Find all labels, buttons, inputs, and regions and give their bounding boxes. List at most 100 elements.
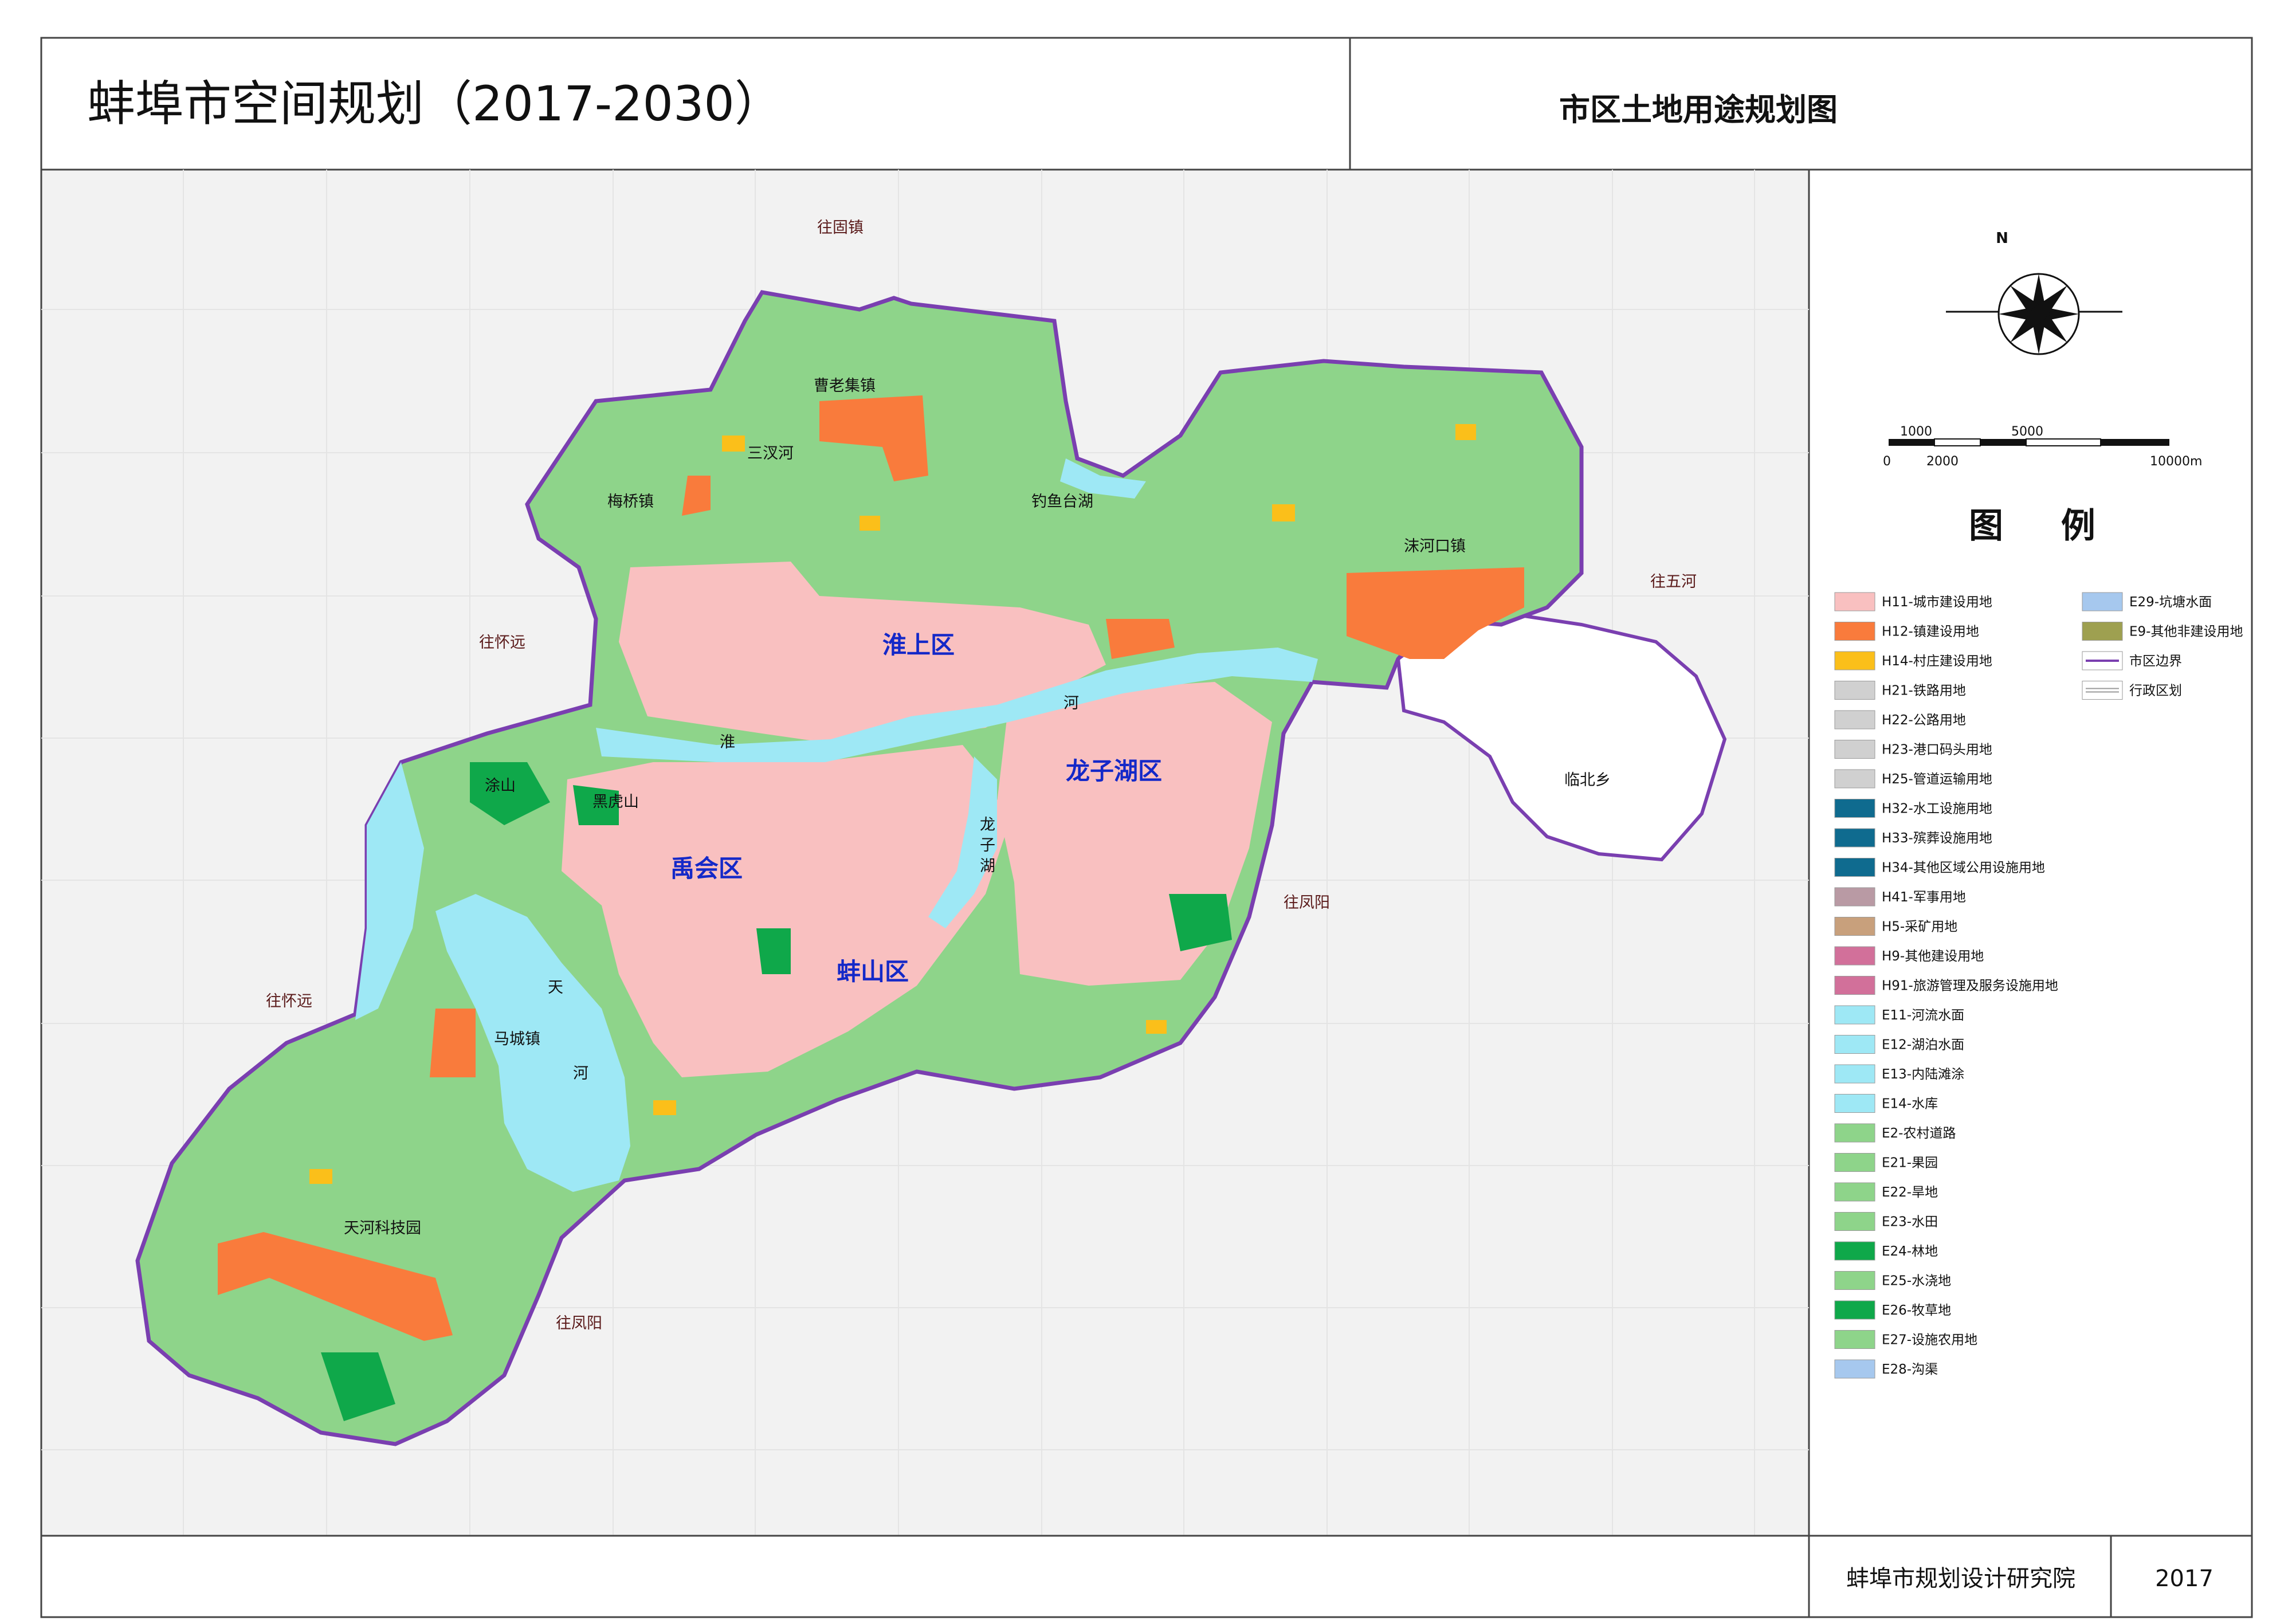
scale-bar-segment	[1889, 439, 1934, 446]
legend-item: E24-林地	[1834, 1241, 1938, 1261]
legend-item: E21-果园	[1834, 1153, 1938, 1172]
scale-bar: 1000 5000 0 2000 10000m	[1883, 425, 2202, 469]
legend-label: E29-坑塘水面	[2129, 595, 2212, 610]
legend-label: H21-铁路用地	[1882, 684, 1966, 699]
water-label: 淮	[720, 733, 735, 751]
legend-label: E27-设施农用地	[1882, 1333, 1977, 1348]
village-patch	[722, 436, 745, 452]
water-label: 天	[548, 979, 563, 997]
legend-label: E13-内陆滩涂	[1882, 1067, 1964, 1082]
water-label: 子	[980, 837, 995, 854]
scale-label: 10000m	[2150, 454, 2202, 469]
direction-label: 往怀远	[479, 634, 525, 652]
district-label-longzihu: 龙子湖区	[1066, 757, 1162, 785]
legend-label: H33-殡葬设施用地	[1882, 831, 1992, 846]
legend-label: 市区边界	[2129, 654, 2182, 669]
legend-item: E26-牧草地	[1834, 1300, 1951, 1320]
legend-item: E27-设施农用地	[1834, 1330, 1977, 1349]
legend-swatch	[1834, 1300, 1875, 1320]
water-label: 河	[1063, 695, 1079, 712]
legend-label: H14-村庄建设用地	[1882, 654, 1992, 669]
legend-item: H32-水工设施用地	[1834, 799, 1992, 818]
legend-swatch	[2082, 592, 2123, 611]
legend-swatch	[1834, 1064, 1875, 1084]
village-patch	[859, 516, 880, 531]
legend-label: E9-其他非建设用地	[2129, 625, 2243, 640]
legend-label: E28-沟渠	[1882, 1362, 1938, 1377]
legend-swatch	[1834, 740, 1875, 759]
legend-item: E23-水田	[1834, 1212, 1938, 1231]
village-patch	[1455, 424, 1476, 440]
scale-label: 0	[1883, 454, 1891, 469]
legend-swatch	[1834, 1241, 1875, 1261]
town-label-tushan: 涂山	[485, 777, 516, 795]
plan-title: 蚌埠市空间规划（2017-2030）	[87, 76, 783, 132]
town-label-mohekou: 沫河口镇	[1404, 538, 1466, 555]
legend-item: E29-坑塘水面	[2082, 592, 2212, 611]
village-patch	[653, 1100, 676, 1115]
direction-label: 往凤阳	[1284, 894, 1330, 912]
legend-label: H23-港口码头用地	[1882, 743, 1992, 758]
legend-panel: N 1000 5000 0 2000 10000m 图 例 H11-城市建设用地…	[1834, 230, 2243, 1379]
legend-label: E21-果园	[1882, 1156, 1938, 1171]
legend-item: E11-河流水面	[1834, 1005, 1964, 1025]
map-sheet: 蚌埠市空间规划（2017-2030） 市区土地用途规划图 淮上区 龙子湖区 禹会…	[40, 37, 2253, 1618]
legend-item: E2-农村道路	[1834, 1123, 1956, 1143]
legend-title: 图 例	[1969, 506, 2118, 546]
north-label: N	[1996, 230, 2008, 247]
water-label: 河	[573, 1065, 588, 1082]
legend-item: H41-军事用地	[1834, 887, 1966, 907]
legend-label: E2-农村道路	[1882, 1126, 1956, 1141]
legend-label: E22-旱地	[1882, 1185, 1938, 1200]
scale-label: 5000	[2011, 425, 2043, 439]
legend-swatch	[1834, 1123, 1875, 1143]
town-label-linbei: 临北乡	[1564, 771, 1611, 789]
legend-swatch	[1834, 1182, 1875, 1202]
legend-left-column: H11-城市建设用地 H12-镇建设用地 H14-村庄建设用地 H21-铁路用地 H22…	[1834, 592, 2058, 1379]
map-title: 市区土地用途规划图	[1559, 92, 1838, 128]
village-patch	[1272, 504, 1295, 521]
legend-swatch	[2082, 681, 2123, 700]
legend-label: H41-军事用地	[1882, 890, 1966, 905]
legend-swatch	[1834, 1005, 1875, 1025]
forest-bengshan	[756, 928, 791, 974]
town-label-caolaoji: 曹老集镇	[814, 377, 876, 395]
district-label-huaishang: 淮上区	[882, 631, 955, 659]
legend-label: E12-湖泊水面	[1882, 1038, 1964, 1053]
legend-item: 行政区划	[2082, 681, 2182, 700]
town-label-sanchahe: 三汊河	[747, 445, 794, 462]
north-arrow: N	[1946, 230, 2122, 355]
map-panel: 淮上区 龙子湖区 禹会区 蚌山区 曹老集镇 梅桥镇 钓鱼台湖 沫河口镇 涂山 黑…	[40, 168, 1810, 1537]
direction-label: 往凤阳	[556, 1315, 602, 1332]
legend-item: H33-殡葬设施用地	[1834, 828, 1992, 848]
legend-swatch	[1834, 887, 1875, 907]
legend-item: E14-水库	[1834, 1094, 1938, 1113]
legend-swatch	[1834, 592, 1875, 611]
legend-swatch	[1834, 917, 1875, 936]
village-patch	[1146, 1020, 1167, 1034]
legend-item: H91-旅游管理及服务设施用地	[1834, 976, 2058, 995]
legend-swatch	[1834, 769, 1875, 789]
legend-swatch	[1834, 946, 1875, 966]
town-label-tianhe-park: 天河科技园	[344, 1219, 421, 1237]
legend-item: E22-旱地	[1834, 1182, 1938, 1202]
legend-label: H12-镇建设用地	[1882, 625, 1979, 640]
town-label-macheng: 马城镇	[494, 1030, 540, 1048]
scale-bar-segment	[2026, 438, 2101, 446]
legend-label: E11-河流水面	[1882, 1008, 1964, 1023]
town-label-meiqiao: 梅桥镇	[607, 493, 654, 511]
institute-name: 蚌埠市规划设计研究院	[1846, 1566, 2075, 1592]
legend-swatch	[2082, 622, 2123, 641]
legend-swatch	[1834, 1094, 1875, 1113]
legend-swatch	[1834, 858, 1875, 877]
village-patch	[309, 1169, 332, 1184]
legend-item: H21-铁路用地	[1834, 681, 1966, 700]
legend-item: H12-镇建设用地	[1834, 622, 1979, 641]
legend-label: E24-林地	[1882, 1244, 1938, 1259]
legend-item: 市区边界	[2082, 651, 2182, 670]
legend-swatch	[1834, 1271, 1875, 1290]
legend-item: E9-其他非建设用地	[2082, 622, 2243, 641]
water-label: 湖	[980, 857, 995, 875]
legend-label: 行政区划	[2129, 684, 2182, 699]
legend-label: H91-旅游管理及服务设施用地	[1882, 979, 2058, 994]
